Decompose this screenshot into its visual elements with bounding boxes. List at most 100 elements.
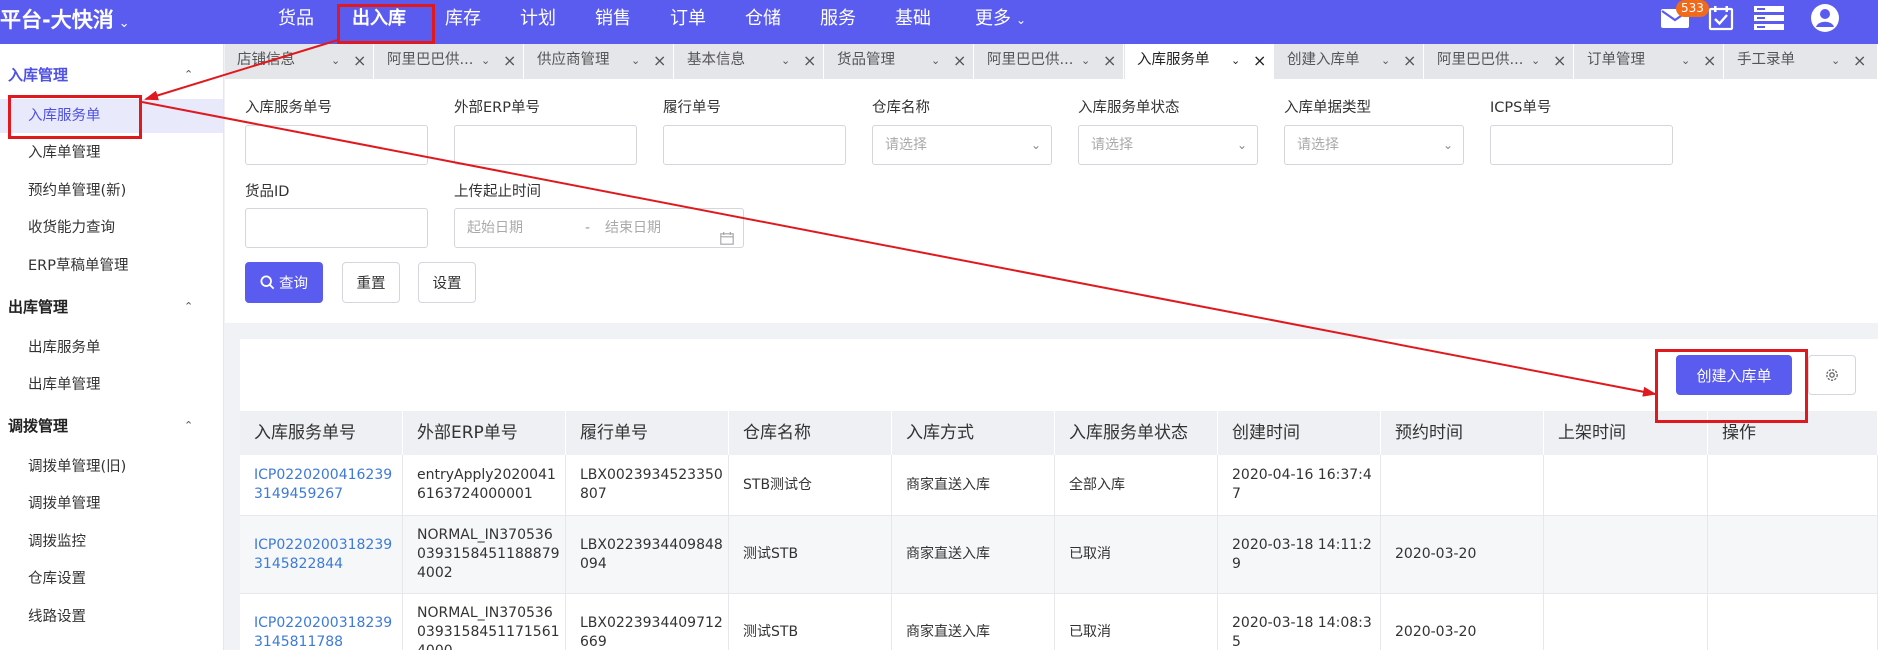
sidebar-item-appointment-mgmt[interactable]: 预约单管理(新) bbox=[0, 174, 223, 208]
close-icon[interactable]: × bbox=[653, 44, 666, 77]
sidebar-item-route-settings[interactable]: 线路设置 bbox=[0, 600, 223, 634]
warehouse-select[interactable]: 请选择 ⌄ bbox=[872, 125, 1052, 165]
cell-service-no[interactable]: ICP0220200318239 3145822844 bbox=[240, 516, 403, 593]
nav-more[interactable]: 更多 ⌄ bbox=[975, 0, 1026, 44]
nav-sales[interactable]: 销售 bbox=[595, 0, 631, 44]
tab-inbound-service-order[interactable]: 入库服务单 ⌄ × bbox=[1125, 44, 1274, 79]
end-date-placeholder[interactable]: 结束日期 bbox=[605, 209, 661, 247]
column-header-created-time[interactable]: 创建时间 bbox=[1218, 411, 1381, 455]
chevron-down-icon[interactable]: ⌄ bbox=[331, 44, 340, 77]
table-header: 入库服务单号 外部ERP单号 履行单号 仓库名称 入库方式 入库服务单状态 创建… bbox=[240, 411, 1878, 455]
sidebar-item-transfer-old[interactable]: 调拨单管理(旧) bbox=[0, 450, 223, 484]
start-date-placeholder[interactable]: 起始日期 bbox=[467, 220, 523, 236]
nav-plan[interactable]: 计划 bbox=[520, 0, 556, 44]
upload-date-range-picker[interactable]: 起始日期 - 结束日期 bbox=[454, 208, 744, 248]
sidebar-item-warehouse-settings[interactable]: 仓库设置 bbox=[0, 562, 223, 596]
sidebar-group-outbound[interactable]: 出库管理 bbox=[8, 296, 68, 317]
chevron-down-icon[interactable]: ⌄ bbox=[481, 44, 490, 77]
close-icon[interactable]: × bbox=[1253, 44, 1266, 77]
query-button[interactable]: 查询 bbox=[245, 262, 323, 303]
nav-warehousing[interactable]: 仓储 bbox=[745, 0, 781, 44]
close-icon[interactable]: × bbox=[1853, 44, 1866, 77]
tab-alibaba-supply-1[interactable]: 阿里巴巴供... ⌄ × bbox=[375, 44, 524, 79]
column-header-appointment-time[interactable]: 预约时间 bbox=[1381, 411, 1544, 455]
sidebar-item-inbound-order-mgmt[interactable]: 入库单管理 bbox=[0, 136, 223, 170]
tab-order-mgmt[interactable]: 订单管理 ⌄ × bbox=[1575, 44, 1724, 79]
results-panel: 创建入库单 入库服务单号 外部ERP单号 履行单号 仓库名称 入库方式 入库服务… bbox=[240, 339, 1878, 650]
tab-label: 阿里巴巴供... bbox=[387, 52, 474, 68]
nav-goods[interactable]: 货品 bbox=[278, 0, 314, 44]
chevron-up-icon[interactable]: ⌃ bbox=[184, 419, 193, 432]
column-header-method[interactable]: 入库方式 bbox=[892, 411, 1055, 455]
settings-button[interactable]: 设置 bbox=[418, 262, 476, 303]
nav-inventory[interactable]: 库存 bbox=[445, 0, 481, 44]
sidebar-item-erp-draft-mgmt[interactable]: ERP草稿单管理 bbox=[0, 249, 223, 283]
cell-service-no[interactable]: ICP0220200416239 3149459267 bbox=[240, 455, 403, 515]
fulfill-no-input[interactable] bbox=[663, 125, 846, 165]
column-header-service-no[interactable]: 入库服务单号 bbox=[240, 411, 403, 455]
cell-fulfill-no: LBX0223934409848 094 bbox=[566, 516, 729, 593]
platform-switcher[interactable]: 平台-大快消 ⌄ bbox=[0, 0, 130, 44]
column-header-fulfill-no[interactable]: 履行单号 bbox=[566, 411, 729, 455]
erp-no-input[interactable] bbox=[454, 125, 637, 165]
reset-button[interactable]: 重置 bbox=[342, 262, 400, 303]
close-icon[interactable]: × bbox=[353, 44, 366, 77]
tab-create-inbound-order[interactable]: 创建入库单 ⌄ × bbox=[1275, 44, 1424, 79]
nav-orders[interactable]: 订单 bbox=[670, 0, 706, 44]
sidebar-group-transfer[interactable]: 调拨管理 bbox=[8, 415, 68, 436]
nav-basic[interactable]: 基础 bbox=[895, 0, 931, 44]
doc-type-select[interactable]: 请选择 ⌄ bbox=[1284, 125, 1464, 165]
chevron-up-icon[interactable]: ⌃ bbox=[184, 68, 193, 81]
user-avatar-icon[interactable] bbox=[1808, 0, 1842, 36]
service-no-input[interactable] bbox=[245, 125, 428, 165]
icps-no-label: ICPS单号 bbox=[1490, 100, 1552, 116]
column-header-status[interactable]: 入库服务单状态 bbox=[1055, 411, 1218, 455]
tab-supplier-mgmt[interactable]: 供应商管理 ⌄ × bbox=[525, 44, 674, 79]
sidebar-item-outbound-service-order[interactable]: 出库服务单 bbox=[0, 331, 223, 365]
close-icon[interactable]: × bbox=[953, 44, 966, 77]
goods-id-input[interactable] bbox=[245, 208, 428, 248]
sidebar-item-transfer-mgmt[interactable]: 调拨单管理 bbox=[0, 487, 223, 521]
cell-warehouse: 测试STB bbox=[729, 516, 892, 593]
sidebar-item-transfer-monitor[interactable]: 调拨监控 bbox=[0, 525, 223, 559]
chevron-up-icon[interactable]: ⌃ bbox=[184, 300, 193, 313]
calendar-icon bbox=[720, 222, 734, 260]
chevron-down-icon[interactable]: ⌄ bbox=[1381, 44, 1390, 77]
close-icon[interactable]: × bbox=[1553, 44, 1566, 77]
chevron-down-icon[interactable]: ⌄ bbox=[1081, 44, 1090, 77]
icps-no-input[interactable] bbox=[1490, 125, 1673, 165]
table-settings-button[interactable] bbox=[1808, 355, 1856, 395]
cell-status: 已取消 bbox=[1055, 594, 1218, 650]
sidebar-item-outbound-order-mgmt[interactable]: 出库单管理 bbox=[0, 368, 223, 402]
tab-alibaba-supply-3[interactable]: 阿里巴巴供... ⌄ × bbox=[1425, 44, 1574, 79]
chevron-down-icon[interactable]: ⌄ bbox=[1681, 44, 1690, 77]
cell-erp-no: NORMAL_IN370536 0393158451171561 4000 bbox=[403, 594, 566, 650]
column-header-warehouse[interactable]: 仓库名称 bbox=[729, 411, 892, 455]
tab-shop-info[interactable]: 店铺信息 ⌄ × bbox=[225, 44, 374, 79]
chevron-down-icon[interactable]: ⌄ bbox=[1231, 44, 1240, 77]
chevron-down-icon[interactable]: ⌄ bbox=[631, 44, 640, 77]
chevron-down-icon[interactable]: ⌄ bbox=[781, 44, 790, 77]
status-select[interactable]: 请选择 ⌄ bbox=[1078, 125, 1258, 165]
close-icon[interactable]: × bbox=[1403, 44, 1416, 77]
close-icon[interactable]: × bbox=[1703, 44, 1716, 77]
tab-manual-entry[interactable]: 手工录单 ⌄ × bbox=[1725, 44, 1878, 79]
column-header-erp-no[interactable]: 外部ERP单号 bbox=[403, 411, 566, 455]
cell-shelved-time bbox=[1544, 516, 1708, 593]
sidebar-group-inbound[interactable]: 入库管理 bbox=[8, 64, 68, 85]
chevron-down-icon[interactable]: ⌄ bbox=[931, 44, 940, 77]
calendar-check-icon[interactable] bbox=[1706, 0, 1736, 36]
cell-service-no[interactable]: ICP0220200318239 3145811788 bbox=[240, 594, 403, 650]
chevron-down-icon[interactable]: ⌄ bbox=[1531, 44, 1540, 77]
sidebar-item-receiving-capacity[interactable]: 收货能力查询 bbox=[0, 211, 223, 245]
tab-basic-info[interactable]: 基本信息 ⌄ × bbox=[675, 44, 824, 79]
tab-label: 手工录单 bbox=[1737, 52, 1795, 68]
close-icon[interactable]: × bbox=[503, 44, 516, 77]
server-list-icon[interactable] bbox=[1752, 0, 1786, 36]
close-icon[interactable]: × bbox=[1103, 44, 1116, 77]
tab-goods-mgmt[interactable]: 货品管理 ⌄ × bbox=[825, 44, 974, 79]
nav-service[interactable]: 服务 bbox=[820, 0, 856, 44]
chevron-down-icon[interactable]: ⌄ bbox=[1831, 44, 1840, 77]
tab-alibaba-supply-2[interactable]: 阿里巴巴供... ⌄ × bbox=[975, 44, 1124, 79]
close-icon[interactable]: × bbox=[803, 44, 816, 77]
